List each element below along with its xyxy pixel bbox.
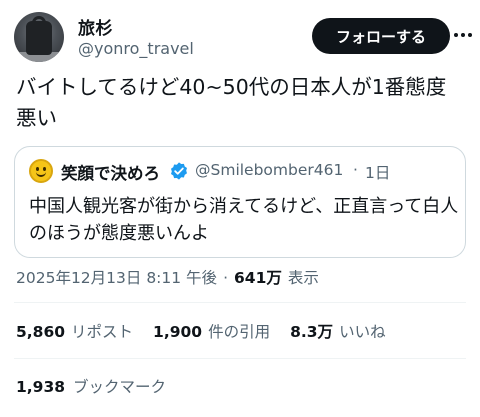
- more-icon[interactable]: [452, 24, 474, 46]
- quote-avatar[interactable]: [29, 159, 53, 183]
- bookmarks-stat: 1,938 ブックマーク: [16, 375, 166, 397]
- bookmarks-label[interactable]: ブックマーク: [73, 375, 166, 397]
- divider: [14, 358, 466, 359]
- quote-avatar-eye: [43, 167, 46, 171]
- more-icon-glyph: [454, 33, 472, 37]
- likes-count[interactable]: 8.3万: [290, 320, 333, 342]
- quote-separator: ·: [353, 161, 358, 179]
- quotes-count[interactable]: 1,900: [153, 323, 202, 341]
- follow-button[interactable]: フォローする: [312, 18, 450, 54]
- tweet-header: 旅杉 @yonro_travel フォローする: [14, 12, 472, 64]
- engagement-stats: 5,860 リポスト 1,900 件の引用 8.3万 いいね: [16, 320, 406, 342]
- avatar[interactable]: [14, 12, 64, 62]
- views-count[interactable]: 641万: [234, 266, 282, 288]
- quotes-label[interactable]: 件の引用: [208, 320, 270, 342]
- avatar-backpack: [26, 21, 52, 55]
- author-name[interactable]: 旅杉: [78, 14, 113, 39]
- quote-timestamp[interactable]: 1日: [365, 161, 390, 183]
- divider: [14, 302, 466, 303]
- tweet-timestamp[interactable]: 2025年12月13日 8:11 午後: [16, 266, 217, 288]
- tweet-meta: 2025年12月13日 8:11 午後 · 641万 表示: [16, 266, 319, 288]
- reposts-label[interactable]: リポスト: [71, 320, 133, 342]
- bookmarks-count[interactable]: 1,938: [16, 378, 65, 396]
- quoted-tweet[interactable]: 笑顔で決めろ @Smilebomber461 · 1日 中国人観光客が街から消え…: [14, 146, 466, 258]
- views-label[interactable]: 表示: [288, 266, 319, 288]
- author-handle[interactable]: @yonro_travel: [78, 39, 194, 58]
- quote-author-handle[interactable]: @Smilebomber461: [195, 161, 343, 179]
- likes-label[interactable]: いいね: [339, 320, 386, 342]
- quote-avatar-eye: [36, 167, 39, 171]
- meta-separator: ·: [223, 269, 228, 287]
- reposts-count[interactable]: 5,860: [16, 323, 65, 341]
- verified-badge-icon: [171, 162, 187, 180]
- quote-author-name[interactable]: 笑顔で決めろ: [61, 160, 160, 184]
- quote-text: 中国人観光客が街から消えてるけど、正直言って白人のほうが態度悪いんよ: [29, 196, 459, 244]
- quote-avatar-mouth: [36, 172, 46, 177]
- tweet-text: バイトしてるけど40~50代の日本人が1番態度悪い: [16, 75, 447, 130]
